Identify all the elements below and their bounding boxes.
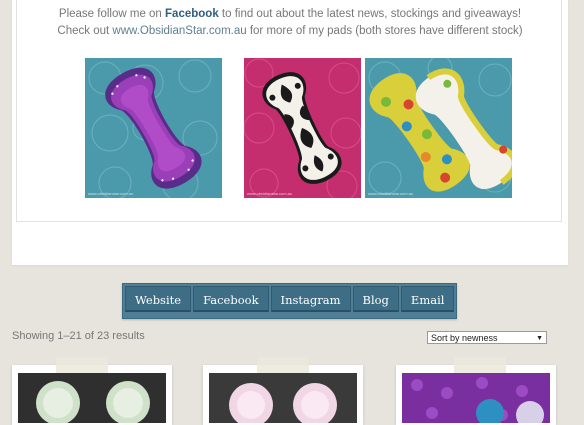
results-count: Showing 1–21 of 23 results: [12, 330, 145, 342]
chevron-down-icon: ▼: [536, 335, 543, 342]
content-panel: Please follow me on Facebook to find out…: [12, 0, 568, 265]
promo-line-2-text-a: Check out: [57, 25, 113, 37]
sort-selected-value: Sort by newness: [431, 333, 498, 343]
obsidianstar-link[interactable]: www.ObsidianStar.com.au: [112, 25, 246, 37]
promo-line-1: Please follow me on Facebook to find out…: [17, 6, 563, 23]
promo-text: Please follow me on Facebook to find out…: [17, 6, 563, 40]
gallery-watermark: www.obsidianstar.com.au: [368, 191, 414, 196]
tape-decoration: [56, 357, 108, 373]
sort-select[interactable]: Sort by newness ▼: [427, 331, 547, 344]
nav-blog-button[interactable]: Blog: [352, 286, 399, 312]
product-image[interactable]: [402, 373, 550, 423]
nav-instagram-button[interactable]: Instagram: [270, 286, 351, 312]
facebook-link[interactable]: Facebook: [165, 8, 219, 20]
gallery-watermark: www.obsidianstar.com.au: [247, 191, 293, 196]
nav-email-button[interactable]: Email: [400, 286, 455, 312]
gallery-watermark: www.obsidianstar.com.au: [88, 191, 134, 196]
promo-box: Please follow me on Facebook to find out…: [16, 0, 562, 222]
gallery-image-damask-pad[interactable]: www.obsidianstar.com.au: [244, 58, 361, 198]
social-nav: Website Facebook Instagram Blog Email: [122, 283, 458, 319]
gallery-image-purple-pad[interactable]: www.obsidianstar.com.au: [85, 58, 222, 198]
tape-decoration: [454, 357, 506, 373]
promo-line-1-text-a: Please follow me on: [58, 8, 166, 20]
tape-decoration: [257, 357, 309, 373]
promo-line-1-text-b: to find out about the latest news, stock…: [218, 8, 522, 20]
promo-line-2-text-b: for more of my pads (both stores have di…: [246, 25, 523, 37]
product-image[interactable]: [18, 373, 166, 423]
product-card[interactable]: [203, 357, 363, 425]
product-card[interactable]: [12, 357, 172, 425]
product-image[interactable]: [209, 373, 357, 423]
nav-facebook-button[interactable]: Facebook: [193, 286, 269, 312]
gallery-image-owl-pads[interactable]: www.obsidianstar.com.au: [365, 58, 512, 198]
nav-website-button[interactable]: Website: [125, 286, 192, 312]
promo-line-2: Check out www.ObsidianStar.com.au for mo…: [17, 23, 563, 40]
product-card[interactable]: [396, 357, 556, 425]
